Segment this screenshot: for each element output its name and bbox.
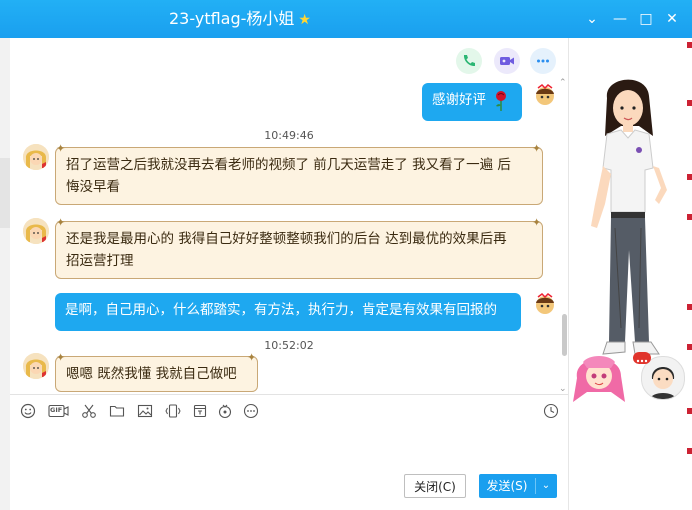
contact-avatar[interactable] — [23, 353, 49, 379]
shake-icon[interactable] — [165, 403, 181, 419]
message-bubble-incoming[interactable]: 嗯嗯 既然我懂 我就自己做吧 — [55, 356, 258, 392]
girl-avatar-icon — [23, 353, 49, 379]
bubble-corner-icon: ✦ — [532, 216, 542, 229]
video-camera-icon — [500, 57, 514, 65]
emoji-icon[interactable] — [20, 403, 36, 419]
girl-avatar-icon — [23, 144, 49, 170]
scissors-icon[interactable] — [81, 403, 97, 419]
message-bubble-incoming[interactable]: 还是我是最用心的 我得自己好好整顿整顿我们的后台 达到最优的效果后再 招运营打理 — [55, 221, 543, 279]
send-button[interactable]: 发送(S) ⌄ — [479, 474, 557, 498]
girl-avatar-icon — [23, 218, 49, 244]
my-avatar[interactable] — [534, 293, 556, 315]
timestamp: 10:49:46 — [264, 129, 314, 142]
folder-icon[interactable] — [109, 403, 125, 419]
chat-history[interactable]: ⌃ ⌄ 感谢好评 10:49:46 招了运营之后我就没再去看老师的视频了 前几天… — [10, 38, 568, 394]
timestamp: 10:52:02 — [264, 339, 314, 352]
contact-avatar[interactable] — [23, 144, 49, 170]
contact-avatar[interactable] — [23, 218, 49, 244]
cartoon-avatar-icon — [536, 84, 554, 105]
rose-icon — [496, 91, 506, 111]
show-panel — [568, 38, 687, 510]
maximize-button[interactable]: □ — [636, 9, 656, 29]
message-bubble-outgoing[interactable]: 感谢好评 — [422, 83, 522, 121]
chat-bubble-badge-icon — [633, 352, 651, 364]
close-window-button[interactable]: ✕ — [662, 9, 682, 29]
bubble-corner-icon: ✦ — [247, 351, 257, 364]
message-bubble-incoming[interactable]: 招了运营之后我就没再去看老师的视频了 前几天运营走了 我又看了一遍 后 悔没早看 — [55, 147, 543, 205]
video-call-button[interactable] — [494, 48, 520, 74]
anime-girl-avatar[interactable] — [571, 348, 627, 408]
bubble-corner-icon: ✦ — [56, 142, 66, 155]
more-actions-button[interactable] — [530, 48, 556, 74]
red-packet-icon[interactable] — [217, 403, 233, 419]
close-button[interactable]: 关闭(C) — [404, 474, 466, 498]
image-icon[interactable] — [137, 403, 153, 419]
send-options-dropdown[interactable]: ⌄ — [535, 474, 557, 498]
my-avatar[interactable] — [534, 84, 556, 106]
more-icon[interactable] — [243, 403, 259, 419]
phone-icon — [463, 55, 475, 67]
cartoon-avatar-icon — [536, 293, 554, 314]
scroll-up-arrow[interactable]: ⌃ — [559, 78, 567, 88]
scroll-down-arrow[interactable]: ⌄ — [559, 384, 567, 394]
message-bubble-outgoing[interactable]: 是啊，自己用心，什么都踏实，有方法，执行力，肯定是有效果有回报的 — [55, 293, 521, 331]
bubble-corner-icon: ✦ — [56, 351, 66, 364]
history-clock-icon[interactable] — [543, 403, 559, 419]
input-toolbar: GIF — [10, 394, 568, 427]
title-bar: 23-ytflag-杨小姐 ★ ⌄ — □ ✕ — [0, 0, 692, 38]
minimize-button[interactable]: — — [610, 9, 630, 29]
more-dots-icon — [537, 59, 549, 63]
message-input[interactable] — [10, 426, 568, 470]
bubble-corner-icon: ✦ — [532, 142, 542, 155]
calendar-icon[interactable] — [192, 403, 208, 419]
voice-call-button[interactable] — [456, 48, 482, 74]
collapse-button[interactable]: ⌄ — [582, 9, 602, 29]
star-icon: ★ — [298, 12, 311, 28]
bubble-corner-icon: ✦ — [56, 216, 66, 229]
window-title: 23-ytflag-杨小姐 ★ — [169, 9, 311, 28]
left-edge-panel — [0, 38, 10, 510]
gif-icon[interactable]: GIF — [48, 403, 70, 419]
